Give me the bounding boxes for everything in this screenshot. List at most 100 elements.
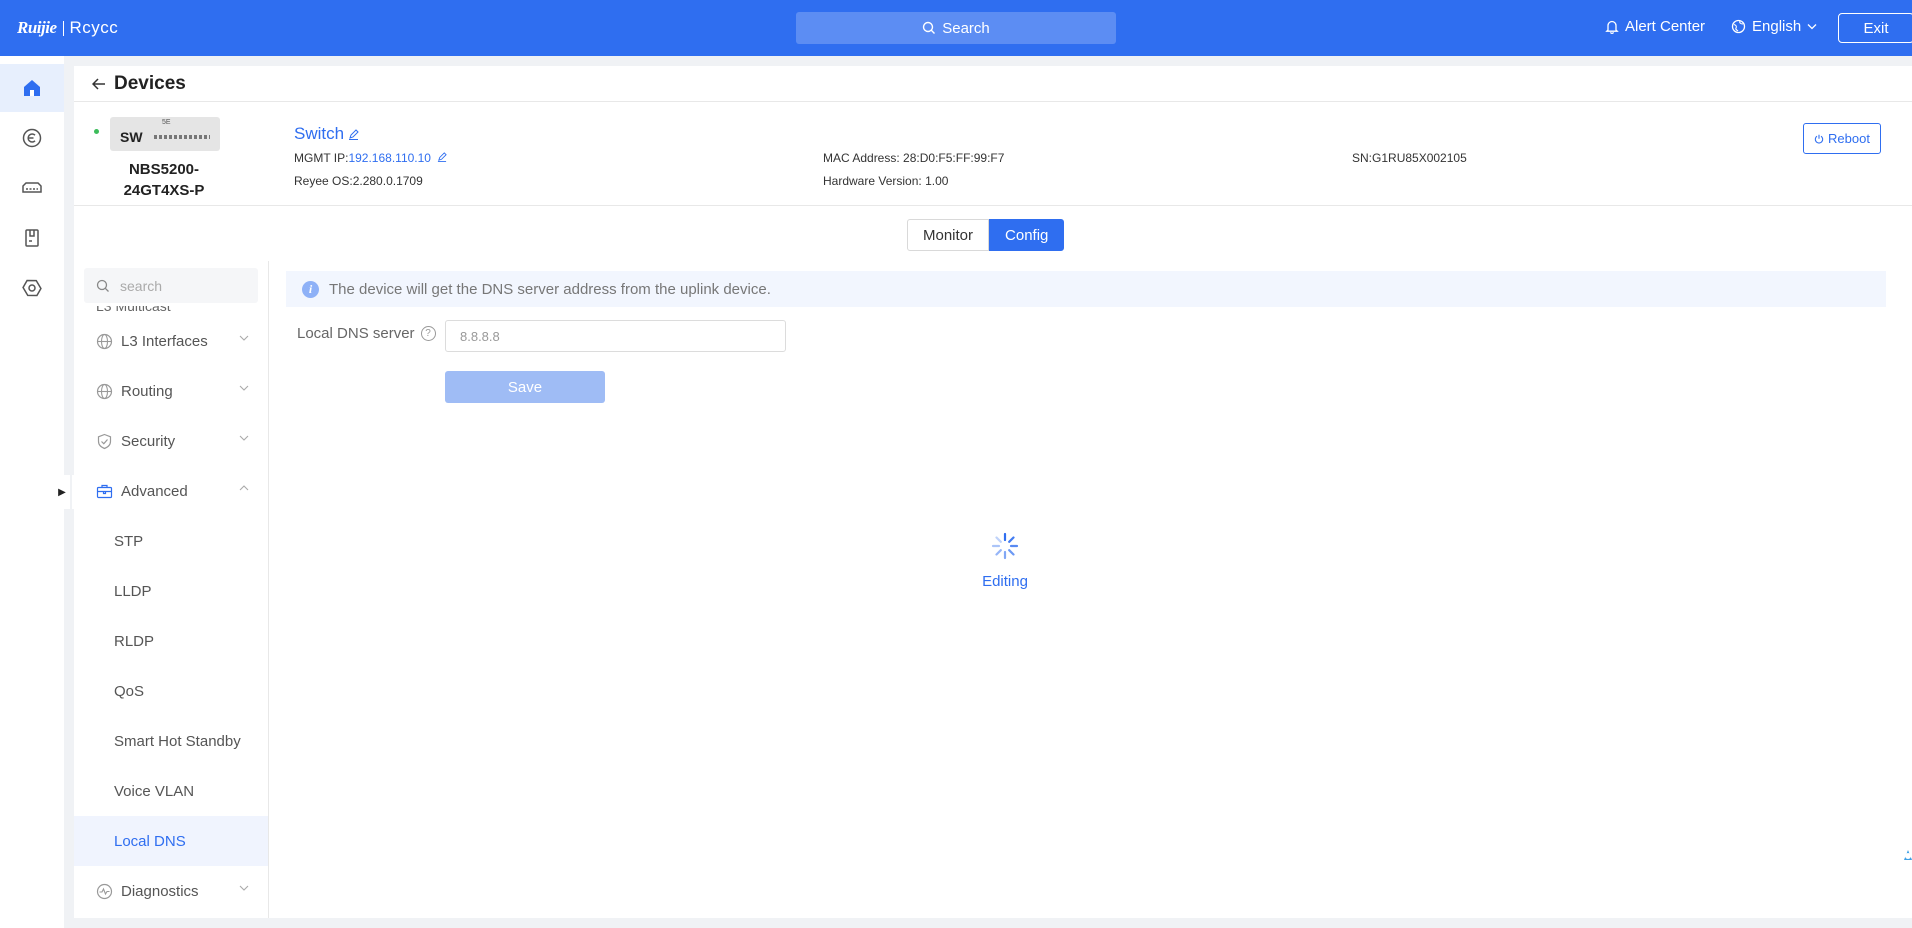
back-arrow-icon[interactable] bbox=[92, 77, 106, 90]
save-button[interactable]: Save bbox=[445, 371, 605, 403]
rail-expand-handle[interactable]: ▶ bbox=[54, 475, 70, 509]
logo-separator bbox=[62, 20, 64, 36]
device-name[interactable]: Switch bbox=[294, 124, 359, 144]
clipboard-icon bbox=[25, 229, 39, 247]
rail-home[interactable] bbox=[0, 64, 64, 112]
mac-row: MAC Address: 28:D0:F5:FF:99:F7 bbox=[823, 151, 1004, 165]
exit-button[interactable]: Exit bbox=[1838, 13, 1912, 43]
mac-value: 28:D0:F5:FF:99:F7 bbox=[903, 151, 1005, 165]
os-label: Reyee OS: bbox=[294, 174, 353, 188]
menu-item-lldp[interactable]: LLDP bbox=[74, 566, 268, 616]
menu-item-routing[interactable]: Routing bbox=[74, 366, 268, 416]
shield-icon bbox=[97, 433, 112, 449]
mgmt-ip-label: MGMT IP: bbox=[294, 151, 349, 165]
search-icon bbox=[96, 279, 109, 292]
menu-item-voice-vlan[interactable]: Voice VLAN bbox=[74, 766, 268, 816]
logo-left: Ruijie bbox=[17, 18, 57, 37]
loading-label: Editing bbox=[982, 573, 1028, 590]
sn-row: SN:G1RU85X002105 bbox=[1352, 151, 1467, 165]
tab-config[interactable]: Config bbox=[989, 219, 1065, 251]
chevron-down-icon bbox=[239, 385, 249, 391]
menu-item-label: Advanced bbox=[121, 482, 188, 500]
global-search-button[interactable]: Search bbox=[796, 12, 1116, 44]
edit-ip-icon[interactable] bbox=[437, 152, 448, 162]
home-icon bbox=[24, 80, 40, 96]
device-info: 5E SW NBS5200-24GT4XS-P Switch MGMT IP:1… bbox=[74, 103, 1912, 206]
menu-search-placeholder: search bbox=[120, 277, 163, 294]
device-name-text: Switch bbox=[294, 124, 345, 143]
mac-label: MAC Address: bbox=[823, 151, 900, 165]
spinner-icon bbox=[991, 532, 1019, 560]
local-dns-label-text: Local DNS server bbox=[297, 325, 415, 342]
globe-icon bbox=[96, 383, 113, 399]
mgmt-ip-row: MGMT IP:192.168.110.10 bbox=[294, 151, 448, 165]
assistant-icon[interactable] bbox=[1890, 834, 1912, 884]
menu-search[interactable]: search bbox=[84, 268, 258, 303]
menu-item-local-dns[interactable]: Local DNS bbox=[74, 816, 268, 866]
menu-item-smart-hot-standby[interactable]: Smart Hot Standby bbox=[74, 716, 268, 766]
switch-device-icon bbox=[22, 182, 42, 193]
rail-cloud[interactable] bbox=[0, 114, 64, 162]
chevron-down-icon bbox=[239, 885, 249, 891]
cloud-c-icon bbox=[22, 128, 42, 148]
alert-center-button[interactable]: Alert Center bbox=[1605, 18, 1705, 35]
menu-item-qos[interactable]: QoS bbox=[74, 666, 268, 716]
reboot-button[interactable]: Reboot bbox=[1803, 123, 1881, 154]
globe-icon bbox=[96, 333, 113, 349]
view-tabs: Monitor Config bbox=[907, 219, 1065, 251]
tab-monitor[interactable]: Monitor bbox=[907, 219, 990, 251]
menu-item-label: Diagnostics bbox=[121, 882, 199, 900]
rail-devices[interactable] bbox=[0, 164, 64, 212]
search-icon bbox=[923, 21, 936, 34]
page-header: Devices bbox=[74, 66, 1912, 102]
chevron-down-icon bbox=[239, 435, 249, 441]
config-menu: search L3 Multicast L3 Interfaces Routin… bbox=[74, 261, 269, 918]
menu-item-l3-interfaces[interactable]: L3 Interfaces bbox=[74, 316, 268, 366]
os-version: 2.280.0.1709 bbox=[352, 174, 423, 188]
menu-item-security[interactable]: Security bbox=[74, 416, 268, 466]
device-image: 5E SW bbox=[110, 117, 220, 151]
device-model: NBS5200-24GT4XS-P bbox=[123, 161, 205, 199]
language-select[interactable]: English bbox=[1731, 18, 1817, 35]
device-ports bbox=[154, 135, 210, 139]
sn-label: SN: bbox=[1352, 151, 1373, 165]
menu-item-label: Routing bbox=[121, 382, 173, 400]
alert-center-label: Alert Center bbox=[1625, 18, 1706, 35]
language-label: English bbox=[1752, 18, 1802, 35]
main-card: Devices 5E SW NBS5200-24GT4XS-P Switch M… bbox=[74, 66, 1912, 918]
menu-item-label: Security bbox=[121, 432, 176, 450]
menu-item-label: L3 Multicast bbox=[96, 306, 171, 314]
sn-value: G1RU85X002105 bbox=[1372, 151, 1467, 165]
device-image-badge: 5E bbox=[162, 119, 171, 126]
edit-icon[interactable] bbox=[348, 128, 359, 140]
page-title: Devices bbox=[114, 72, 186, 94]
chevron-down-icon bbox=[239, 335, 249, 341]
local-dns-label: Local DNS server ? bbox=[297, 325, 436, 342]
pulse-icon bbox=[96, 883, 113, 899]
menu-item-rldp[interactable]: RLDP bbox=[74, 616, 268, 666]
rail-settings[interactable] bbox=[0, 264, 64, 312]
hardware-value: 1.00 bbox=[925, 174, 949, 188]
chevron-down-icon bbox=[1807, 24, 1817, 30]
top-bar: Ruijie Rcycc Search Alert Center English… bbox=[0, 0, 1912, 56]
mgmt-ip-link[interactable]: 192.168.110.10 bbox=[348, 151, 431, 165]
power-icon bbox=[1814, 134, 1824, 144]
info-icon: i bbox=[302, 280, 319, 298]
menu-item-diagnostics[interactable]: Diagnostics bbox=[74, 866, 268, 916]
menu-item-stp[interactable]: STP bbox=[74, 516, 268, 566]
logo-right: Rcycc bbox=[69, 18, 119, 37]
menu-item-advanced[interactable]: Advanced bbox=[74, 466, 268, 516]
menu-item-l3-multicast[interactable]: L3 Multicast bbox=[96, 306, 236, 316]
help-icon[interactable]: ? bbox=[420, 326, 436, 341]
brand-logo[interactable]: Ruijie Rcycc bbox=[17, 18, 118, 38]
chevron-up-icon bbox=[239, 485, 249, 491]
local-dns-input[interactable] bbox=[445, 320, 786, 352]
hardware-row: Hardware Version: 1.00 bbox=[823, 174, 948, 188]
reboot-label: Reboot bbox=[1828, 131, 1870, 146]
search-label: Search bbox=[942, 19, 990, 37]
menu-item-label: L3 Interfaces bbox=[121, 332, 208, 350]
rail-clipboard[interactable] bbox=[0, 214, 64, 262]
online-status-dot bbox=[94, 129, 99, 134]
device-image-label: SW bbox=[120, 129, 143, 145]
info-text: The device will get the DNS server addre… bbox=[329, 280, 771, 298]
